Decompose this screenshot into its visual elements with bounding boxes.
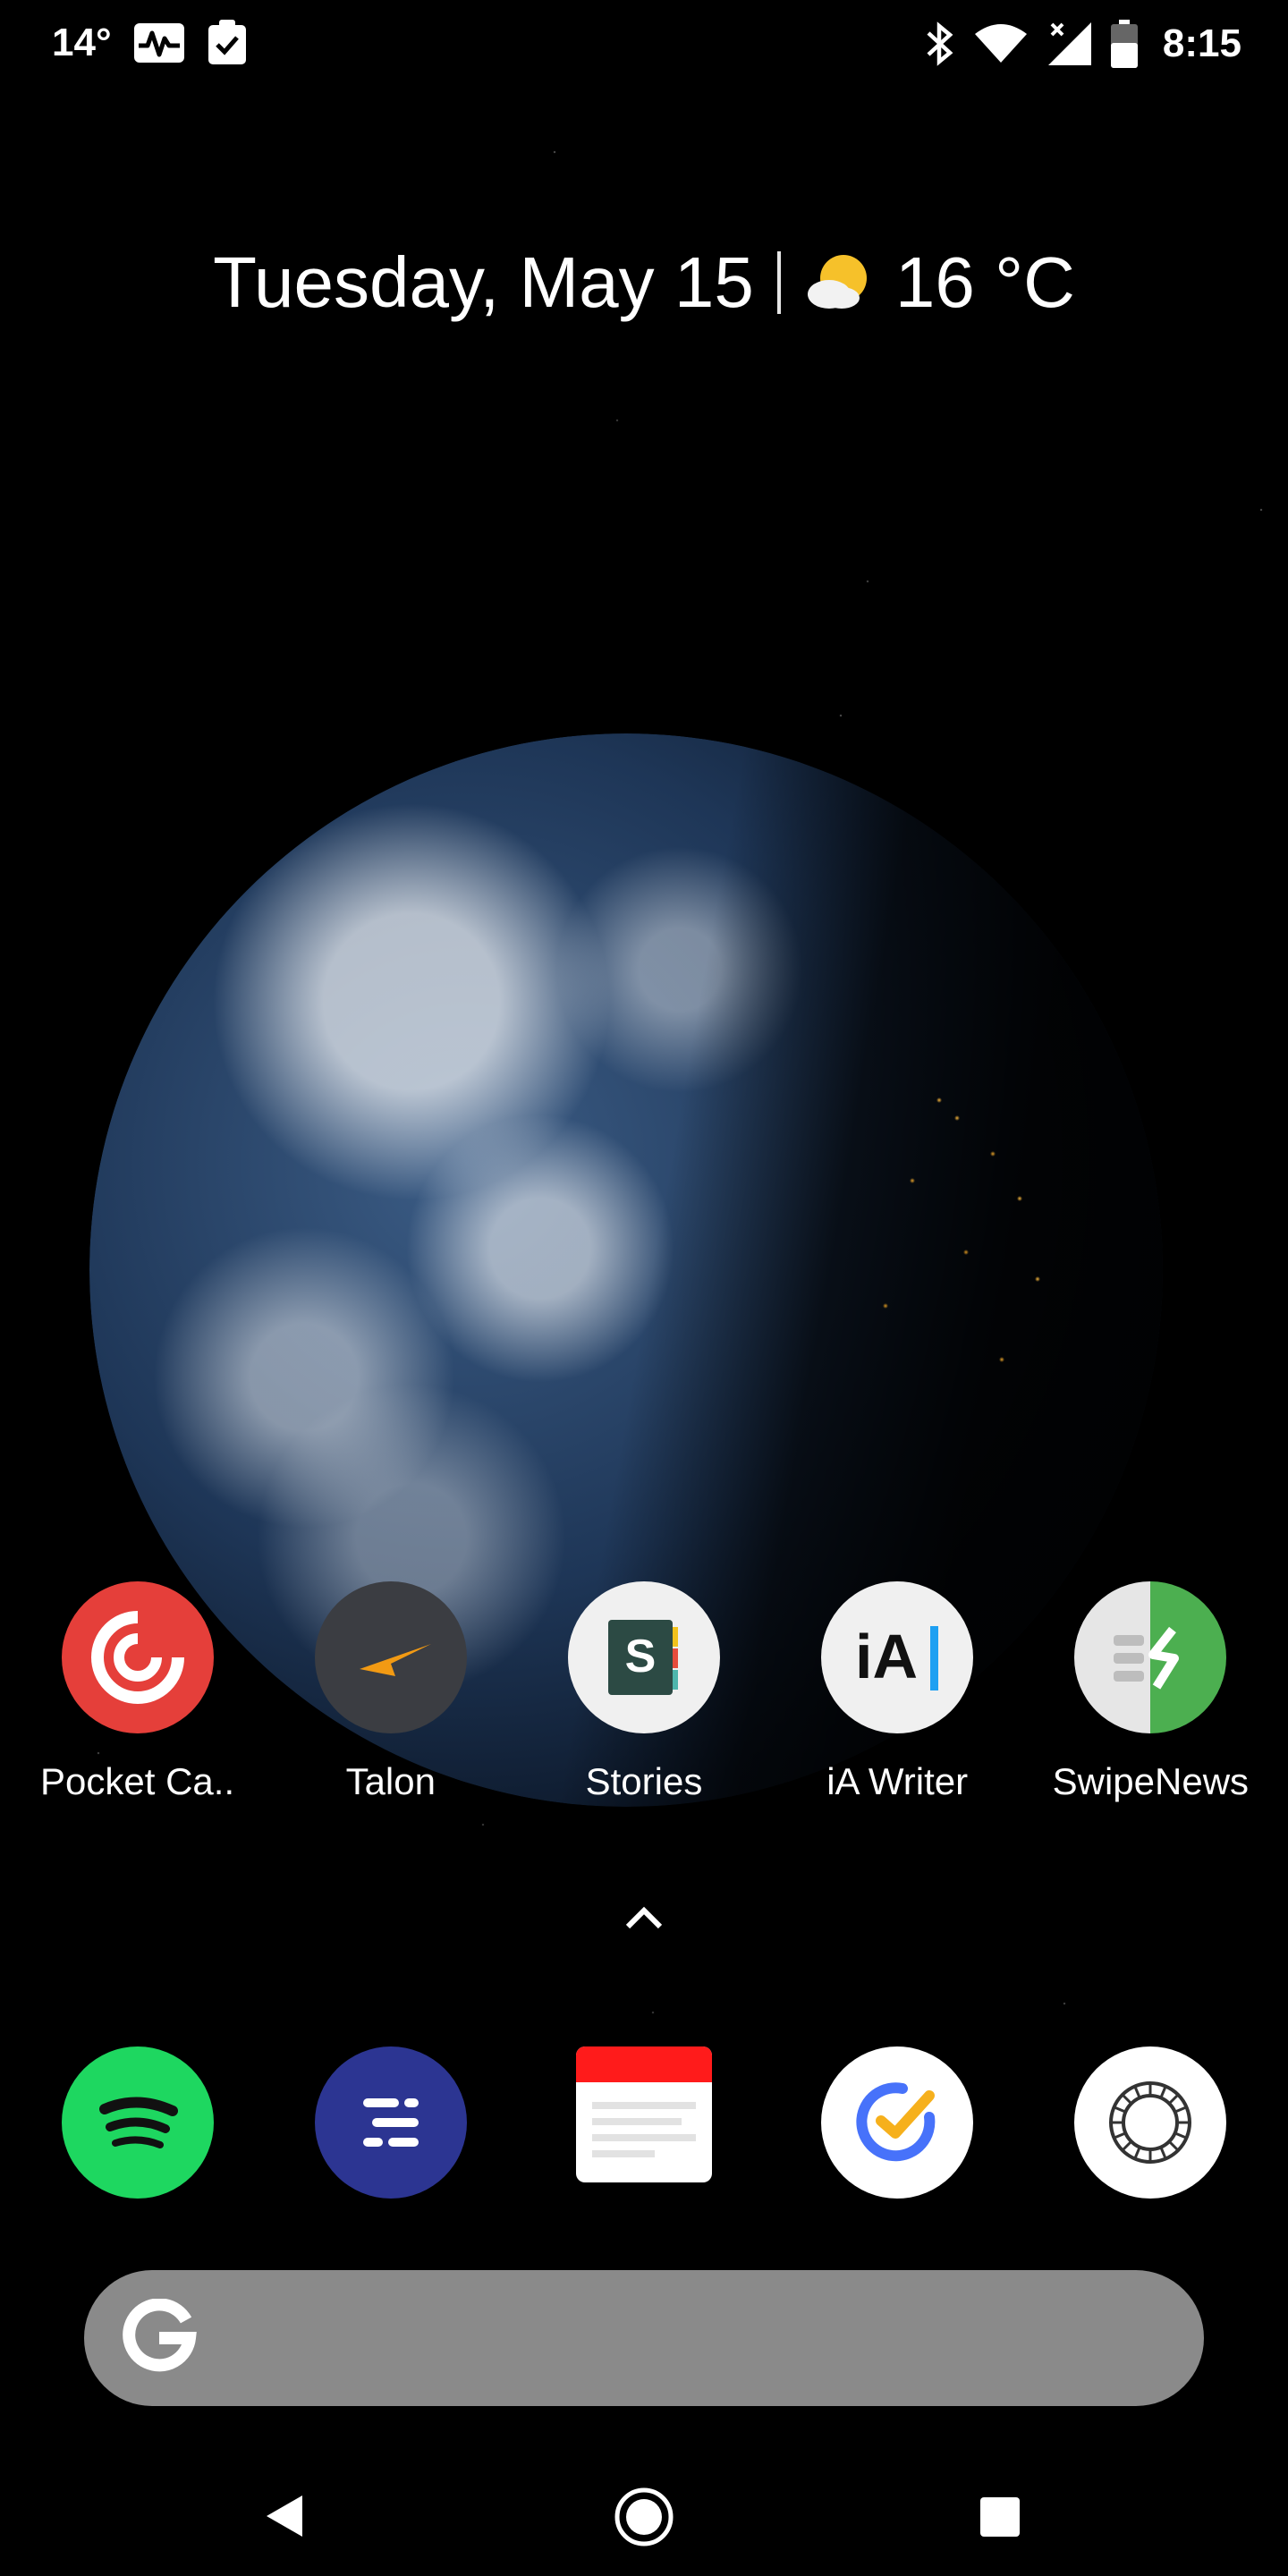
bluetooth-icon — [927, 21, 953, 66]
dock-app-aperture[interactable] — [1038, 2046, 1262, 2199]
app-swipenews[interactable]: SwipeNews — [1038, 1581, 1262, 1803]
city-lights — [805, 984, 1145, 1449]
app-talon[interactable]: Talon — [279, 1581, 503, 1803]
app-label: iA Writer — [826, 1760, 969, 1802]
no-signal-icon — [1047, 22, 1091, 65]
battery-icon — [1110, 20, 1138, 68]
dock-app-notes[interactable] — [279, 2046, 503, 2199]
partly-cloudy-icon — [807, 255, 867, 309]
ia-writer-icon[interactable]: iA — [821, 1581, 974, 1733]
google-search-bar[interactable] — [84, 2270, 1204, 2406]
app-label: SwipeNews — [1052, 1760, 1250, 1802]
talon-icon[interactable] — [314, 1581, 467, 1733]
recents-icon[interactable] — [980, 2497, 1020, 2537]
clipboard-check-icon — [208, 20, 246, 64]
calendar-app-icon[interactable] — [575, 2046, 712, 2182]
dock-app-spotify[interactable] — [26, 2046, 250, 2199]
svg-text:iA: iA — [855, 1622, 918, 1691]
stories-icon[interactable]: S — [567, 1581, 720, 1733]
app-pocket-casts[interactable]: Pocket Ca.. — [26, 1581, 250, 1803]
dock-app-ticktick[interactable] — [785, 2046, 1009, 2199]
glance-weather[interactable]: 16 °C — [895, 242, 1075, 324]
dock — [0, 2046, 1288, 2199]
svg-text:S: S — [625, 1631, 657, 1682]
status-time: 8:15 — [1162, 21, 1241, 65]
app-label: Talon — [345, 1760, 436, 1802]
navigation-bar — [0, 2433, 1288, 2576]
app-label: Pocket Ca.. — [40, 1760, 235, 1802]
aperture-icon[interactable] — [1074, 2046, 1227, 2199]
wifi-icon — [974, 24, 1027, 63]
dock-app-calendar[interactable] — [532, 2046, 756, 2199]
back-icon[interactable] — [265, 2494, 304, 2538]
swipenews-icon[interactable] — [1074, 1581, 1227, 1733]
spotify-icon[interactable] — [61, 2046, 214, 2199]
heart-rate-icon — [133, 23, 184, 63]
notes-app-icon[interactable] — [314, 2046, 467, 2199]
glance-date[interactable]: Tuesday, May 15 — [213, 242, 754, 324]
at-a-glance-widget[interactable]: Tuesday, May 15 16 °C — [0, 242, 1288, 324]
glance-divider — [776, 251, 781, 314]
home-icon[interactable] — [614, 2487, 674, 2547]
status-bar: 14° 8:15 — [0, 0, 1288, 86]
chevron-up-icon[interactable] — [624, 1903, 664, 1930]
app-stories[interactable]: S Stories — [532, 1581, 756, 1803]
status-temperature: 14° — [52, 21, 112, 64]
app-label: Stories — [585, 1760, 703, 1802]
app-ia-writer[interactable]: iA iA Writer — [785, 1581, 1009, 1803]
pocket-casts-icon[interactable] — [61, 1581, 214, 1733]
home-app-row: Pocket Ca.. Talon S Stories iA iA Writer… — [0, 1581, 1288, 1803]
ticktick-icon[interactable] — [821, 2046, 974, 2199]
google-g-icon[interactable] — [120, 2299, 199, 2377]
